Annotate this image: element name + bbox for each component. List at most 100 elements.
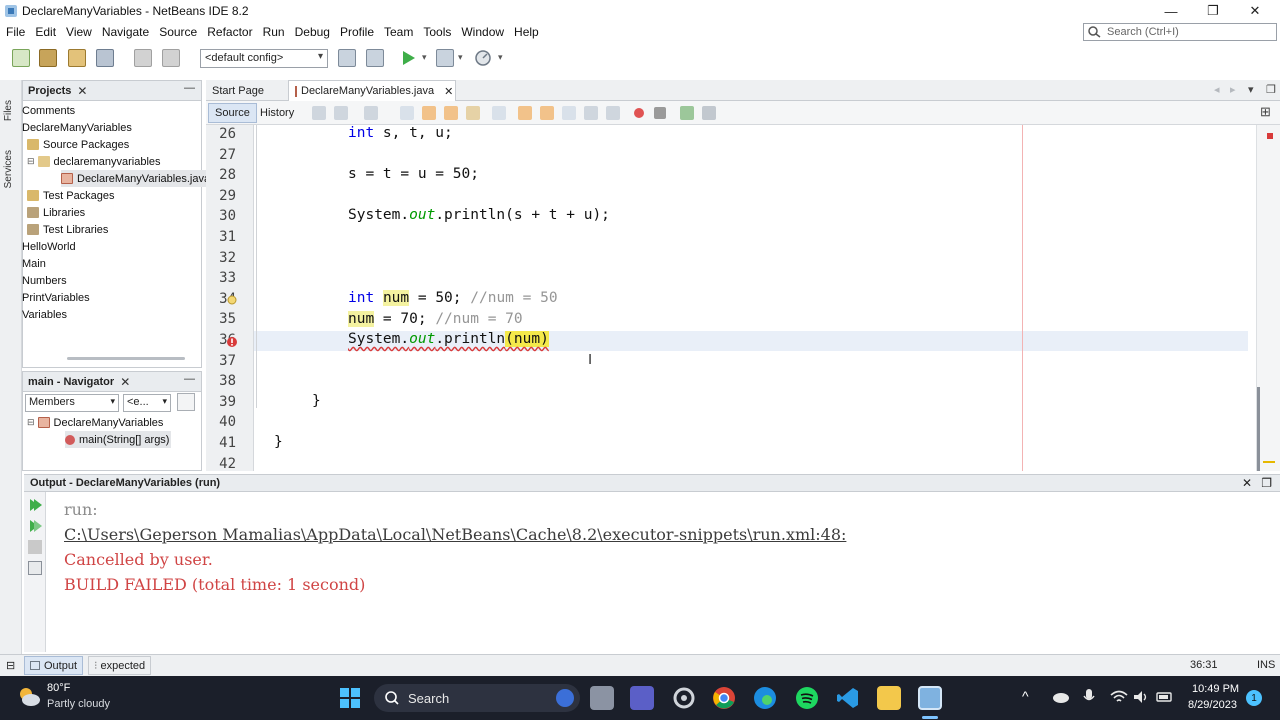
microphone-icon[interactable] [1082,688,1096,706]
menu-source[interactable]: Source [154,25,202,39]
toggle-highlight-icon[interactable] [466,106,480,120]
members-filter-select[interactable]: Members ▾ [25,394,119,412]
debug-icon[interactable] [436,49,454,67]
restore-window-group-icon[interactable]: ⊟ [6,659,15,672]
close-button[interactable]: ✕ [1234,0,1276,22]
tab-declaremanyvariables-java[interactable]: DeclareManyVariables.java ✕ [288,80,456,101]
line-number[interactable]: 37 [219,353,236,369]
edge-icon[interactable] [753,686,777,710]
project-tree-item[interactable]: ⊟ declaremanyvariables [27,153,161,170]
menu-edit[interactable]: Edit [30,25,61,39]
line-number[interactable]: 39 [219,394,236,410]
line-number[interactable]: 40 [219,414,236,430]
weather-description[interactable]: Partly cloudy [47,698,110,710]
settings-gear-icon[interactable] [672,686,696,710]
previous-bookmark-icon[interactable] [518,106,532,120]
minimize-button[interactable]: — [1150,0,1192,22]
output-status-tab[interactable]: Output [24,656,84,675]
menu-tools[interactable]: Tools [418,25,456,39]
navigator-settings-icon[interactable] [177,393,195,411]
project-tree-item[interactable]: HelloWorld [22,238,76,255]
project-tree-item[interactable]: Numbers [22,272,67,289]
stop-icon[interactable] [28,540,42,554]
uncomment-icon[interactable] [702,106,716,120]
undo-icon[interactable] [134,49,152,67]
shift-right-icon[interactable] [606,106,620,120]
maximize-output-icon[interactable]: ❐ [1261,476,1272,490]
maximize-editor-icon[interactable]: ❐ [1266,83,1276,96]
new-project-icon[interactable] [39,49,57,67]
shift-left-icon[interactable] [584,106,598,120]
minimize-panel-icon[interactable]: — [184,82,195,94]
scroll-right-icon[interactable]: ▸ [1230,83,1236,96]
output-line-path[interactable]: C:\Users\Geperson Mamalias\AppData\Local… [64,525,846,544]
save-all-icon[interactable] [96,49,114,67]
history-view-button[interactable]: History [254,103,300,123]
file-explorer-icon[interactable] [877,686,901,710]
new-file-icon[interactable] [12,49,30,67]
menu-run[interactable]: Run [258,25,290,39]
editor-error-stripe[interactable] [1256,125,1280,471]
line-number[interactable]: 41 [219,435,236,451]
netbeans-taskbar-icon[interactable] [918,686,942,710]
menu-view[interactable]: View [61,25,97,39]
menu-profile[interactable]: Profile [335,25,379,39]
minimize-panel-icon[interactable]: — [184,373,195,385]
split-editor-icon[interactable]: ⊞ [1260,104,1271,120]
toggle-rect-selection-icon[interactable] [492,106,506,120]
notification-badge[interactable]: 1 [1246,690,1262,706]
vertical-scrollbar[interactable] [1257,387,1260,471]
windows-start-icon[interactable] [338,686,362,710]
menu-navigate[interactable]: Navigate [97,25,154,39]
menu-refactor[interactable]: Refactor [202,25,257,39]
settings-icon[interactable] [28,561,42,575]
project-tree-item[interactable]: Main [22,255,46,272]
project-tree-item[interactable]: DeclareManyVariables [22,119,132,136]
run-dropdown-icon[interactable]: ▾ [422,52,427,63]
tab-list-icon[interactable]: ▾ [1248,83,1254,96]
line-number[interactable]: 29 [219,188,236,204]
line-number[interactable]: 27 [219,147,236,163]
debug-dropdown-icon[interactable]: ▾ [458,52,463,63]
output-title[interactable]: Output - DeclareManyVariables (run) [30,477,220,489]
project-tree-item[interactable]: Test Libraries [27,221,108,238]
output-console[interactable]: run: C:\Users\Geperson Mamalias\AppData\… [46,492,1280,652]
tab-start-page[interactable]: Start Page [206,80,288,101]
task-view-icon[interactable] [590,686,614,710]
weather-cloud-icon[interactable] [16,684,42,710]
menu-team[interactable]: Team [379,25,418,39]
menu-file[interactable]: File [1,25,30,39]
close-tab-icon[interactable]: ✕ [444,85,453,98]
line-number[interactable]: 38 [219,373,236,389]
vscode-icon[interactable] [836,686,860,710]
next-bookmark-icon[interactable] [540,106,554,120]
back-icon[interactable] [334,106,348,120]
comment-icon[interactable] [680,106,694,120]
error-marker-icon[interactable] [226,336,238,348]
line-number[interactable]: 35 [219,311,236,327]
weather-temperature[interactable]: 80°F [47,682,70,694]
volume-icon[interactable] [1132,689,1150,705]
line-number[interactable]: 26 [219,126,236,142]
config-select[interactable]: <default config> ▾ [200,49,328,68]
line-number[interactable]: 32 [219,250,236,266]
search-input[interactable]: Search (Ctrl+I) [1083,23,1277,41]
profile-icon[interactable] [474,49,492,67]
menu-window[interactable]: Window [456,25,509,39]
line-number[interactable]: 30 [219,208,236,224]
taskbar-search[interactable]: Search [374,684,580,712]
onedrive-cloud-icon[interactable] [1050,690,1070,704]
project-tree-item[interactable]: Source Packages [27,136,129,153]
code-editor[interactable]: int s, t, u; s = t = u = 50; System.out.… [254,125,1264,471]
rerun-with-params-icon[interactable] [28,519,42,533]
restore-button[interactable]: ❐ [1192,0,1234,22]
run-icon[interactable] [400,49,418,67]
menu-debug[interactable]: Debug [290,25,335,39]
open-project-icon[interactable] [68,49,86,67]
close-icon[interactable]: ✕ [120,375,130,389]
line-number[interactable]: 42 [219,456,236,472]
toggle-bookmark-icon[interactable] [562,106,576,120]
wifi-icon[interactable] [1110,689,1128,705]
chrome-icon[interactable] [712,686,736,710]
build-icon[interactable] [338,49,356,67]
